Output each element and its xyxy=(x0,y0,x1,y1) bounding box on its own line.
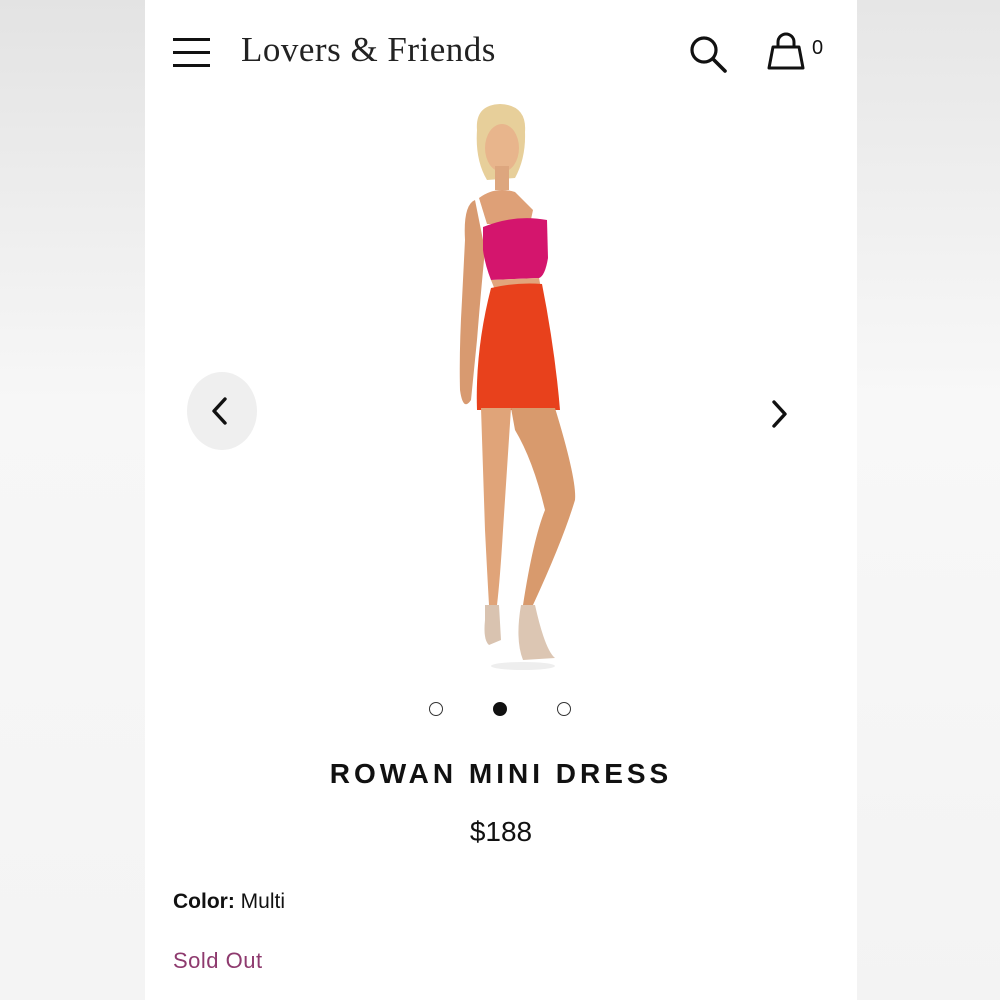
backdrop-left xyxy=(0,0,145,1000)
search-button[interactable] xyxy=(687,33,729,75)
product-gallery[interactable] xyxy=(145,100,857,690)
backdrop-right xyxy=(857,0,1000,1000)
color-value: Multi xyxy=(240,890,286,913)
product-title: ROWAN MINI DRESS xyxy=(329,758,673,789)
previous-image-button[interactable] xyxy=(187,372,257,450)
brand-logo[interactable]: Lovers & Friends xyxy=(241,30,496,70)
site-header: Lovers & Friends 0 xyxy=(145,0,857,100)
next-image-button[interactable] xyxy=(755,390,795,438)
product-image xyxy=(459,104,576,670)
color-info: Color: Multi xyxy=(173,890,285,914)
cart-count: 0 xyxy=(812,37,824,59)
color-label: Color: xyxy=(173,890,235,913)
search-icon xyxy=(690,36,727,73)
product-page: Lovers & Friends 0 ROWAN MINI DRESS $188… xyxy=(145,0,857,1000)
hamburger-icon xyxy=(173,38,210,41)
shopping-bag-icon xyxy=(767,32,805,70)
pagination-dot-3[interactable] xyxy=(557,702,571,716)
cart-button[interactable] xyxy=(765,30,813,72)
chevron-right-icon xyxy=(772,400,787,428)
gallery-pagination xyxy=(145,702,857,720)
chevron-left-icon xyxy=(212,397,227,425)
pagination-dot-2[interactable] xyxy=(493,702,507,716)
availability-status: Sold Out xyxy=(173,948,263,973)
menu-button[interactable] xyxy=(173,38,211,68)
product-price: $188 xyxy=(469,816,533,847)
pagination-dot-1[interactable] xyxy=(429,702,443,716)
